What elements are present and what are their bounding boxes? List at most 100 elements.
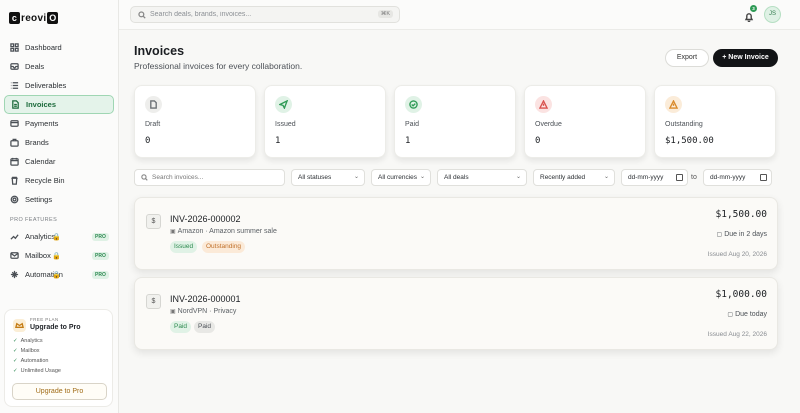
- sidebar-item-settings[interactable]: Settings: [4, 190, 114, 209]
- feature-item: ✓ Mailbox: [13, 348, 40, 354]
- sidebar-item-brands[interactable]: Brands: [4, 133, 114, 152]
- stat-value: 0: [145, 136, 151, 146]
- invoice-icon: $: [146, 214, 161, 229]
- inbox-icon: [10, 63, 19, 70]
- stat-label: Outstanding: [665, 121, 703, 128]
- upgrade-title: Upgrade to Pro: [30, 324, 81, 331]
- check-circle-icon: [405, 96, 422, 113]
- status-badge: Issued: [170, 241, 198, 253]
- stat-label: Issued: [275, 121, 296, 128]
- calendar-icon: [10, 157, 19, 166]
- feature-item: ✓ Unlimited Usage: [13, 368, 61, 374]
- sidebar-item-deals[interactable]: Deals: [4, 57, 114, 76]
- upgrade-button[interactable]: Upgrade to Pro: [12, 383, 107, 400]
- page-title: Invoices: [134, 44, 185, 58]
- sidebar-item-analytics[interactable]: Analytics 🔒 PRO: [4, 227, 114, 246]
- sidebar-item-payments[interactable]: Payments: [4, 114, 114, 133]
- currency-select[interactable]: All currencies ⌄: [371, 169, 431, 186]
- export-button[interactable]: Export: [665, 49, 709, 67]
- sidebar-item-label: Invoices: [26, 100, 57, 109]
- sidebar-item-deliverables[interactable]: Deliverables: [4, 76, 114, 95]
- date-from-input[interactable]: dd-mm-yyyy: [621, 169, 688, 186]
- sidebar-item-label: Dashboard: [25, 43, 62, 52]
- crown-icon: [13, 319, 26, 332]
- stat-value: 0: [535, 136, 541, 146]
- stats-row: Draft 0 Issued 1 Paid 1 Overdue 0 Outsta…: [134, 85, 778, 158]
- logo-text: reovi: [21, 12, 47, 24]
- sidebar-item-calendar[interactable]: Calendar: [4, 152, 114, 171]
- building-icon: ▣: [170, 229, 176, 235]
- status-select[interactable]: All statuses ⌄: [291, 169, 365, 186]
- shortcut-hint: ⌘K: [377, 10, 393, 18]
- logo-mark-left: c: [9, 12, 20, 24]
- notification-count: 3: [750, 5, 757, 12]
- status-badge: Outstanding: [202, 241, 246, 253]
- stat-card-paid[interactable]: Paid 1: [394, 85, 516, 158]
- invoice-due: ▢ Due today: [727, 311, 767, 318]
- page-subtitle: Professional invoices for every collabor…: [134, 61, 303, 71]
- pro-badge: PRO: [92, 251, 109, 260]
- warning-icon: [665, 96, 682, 113]
- invoice-brand-deal: ▣ Amazon · Amazon summer sale: [170, 228, 277, 235]
- stat-value: 1: [405, 136, 411, 146]
- document-icon: [145, 96, 162, 113]
- plan-label: FREE PLAN: [30, 317, 59, 322]
- sidebar-item-label: Mailbox: [25, 251, 51, 260]
- chart-icon: [10, 234, 19, 240]
- sidebar-item-automation[interactable]: Automation 🔒 PRO: [4, 265, 114, 284]
- global-search[interactable]: ⌘K: [130, 6, 400, 23]
- chevron-down-icon: ⌄: [419, 170, 425, 185]
- sidebar-item-invoices[interactable]: Invoices: [4, 95, 114, 114]
- filters-bar: All statuses⌄ All currencies⌄ All deals⌄…: [134, 169, 778, 186]
- new-invoice-button[interactable]: + New Invoice: [713, 49, 778, 67]
- stat-label: Paid: [405, 121, 420, 128]
- brand-logo[interactable]: c reovi O: [9, 11, 59, 25]
- avatar[interactable]: JS: [764, 6, 781, 23]
- sidebar-item-label: Recycle Bin: [25, 176, 65, 185]
- invoice-card[interactable]: $ INV-2026-000002 ▣ Amazon · Amazon summe…: [134, 197, 778, 270]
- date-value: dd-mm-yyyy: [710, 174, 746, 181]
- sparkle-icon: [10, 270, 19, 279]
- stat-label: Overdue: [535, 121, 562, 128]
- stat-value: 1: [275, 136, 281, 146]
- stat-card-issued[interactable]: Issued 1: [264, 85, 386, 158]
- stat-card-draft[interactable]: Draft 0: [134, 85, 256, 158]
- sidebar-item-label: Payments: [25, 119, 59, 128]
- invoice-issued-date: Issued Aug 22, 2026: [707, 331, 767, 338]
- invoice-card[interactable]: $ INV-2026-000001 ▣ NordVPN · Privacy Pai…: [134, 277, 778, 350]
- pro-badge: PRO: [92, 232, 109, 241]
- lock-icon: 🔒: [52, 271, 61, 279]
- invoice-icon: $: [146, 294, 161, 309]
- calendar-icon: [760, 174, 767, 181]
- select-value: All currencies: [378, 174, 418, 181]
- invoice-search[interactable]: [134, 169, 285, 186]
- check-icon: ✓: [13, 338, 18, 344]
- invoice-amount: $1,000.00: [715, 289, 767, 300]
- deals-select[interactable]: All deals ⌄: [437, 169, 527, 186]
- lock-icon: 🔒: [52, 252, 61, 260]
- sidebar-item-label: Deliverables: [25, 81, 67, 90]
- invoice-number: INV-2026-000001: [170, 294, 241, 304]
- pro-features-heading: PRO FEATURES: [10, 217, 58, 223]
- warning-icon: [535, 96, 552, 113]
- logo-mark-right: O: [47, 12, 59, 24]
- pro-nav: Analytics 🔒 PRO Mailbox 🔒 PRO Automation…: [4, 227, 114, 284]
- search-icon: [141, 174, 148, 181]
- invoice-search-input[interactable]: [152, 174, 282, 181]
- sidebar-nav: Dashboard Deals Deliverables Invoices Pa…: [4, 38, 114, 209]
- sidebar-item-dashboard[interactable]: Dashboard: [4, 38, 114, 57]
- date-to-input[interactable]: dd-mm-yyyy: [703, 169, 772, 186]
- stat-card-outstanding[interactable]: Outstanding $1,500.00: [654, 85, 776, 158]
- pro-badge: PRO: [92, 270, 109, 279]
- search-input[interactable]: [150, 11, 365, 18]
- stat-label: Draft: [145, 121, 161, 128]
- sidebar-item-recycle-bin[interactable]: Recycle Bin: [4, 171, 114, 190]
- stat-card-overdue[interactable]: Overdue 0: [524, 85, 646, 158]
- check-icon: ✓: [13, 348, 18, 354]
- sidebar-item-label: Settings: [25, 195, 53, 204]
- sidebar-item-mailbox[interactable]: Mailbox 🔒 PRO: [4, 246, 114, 265]
- search-icon: [138, 10, 146, 19]
- building-icon: ▣: [170, 309, 176, 315]
- sort-select[interactable]: Recently added ⌄: [533, 169, 615, 186]
- calendar-icon: [676, 174, 683, 181]
